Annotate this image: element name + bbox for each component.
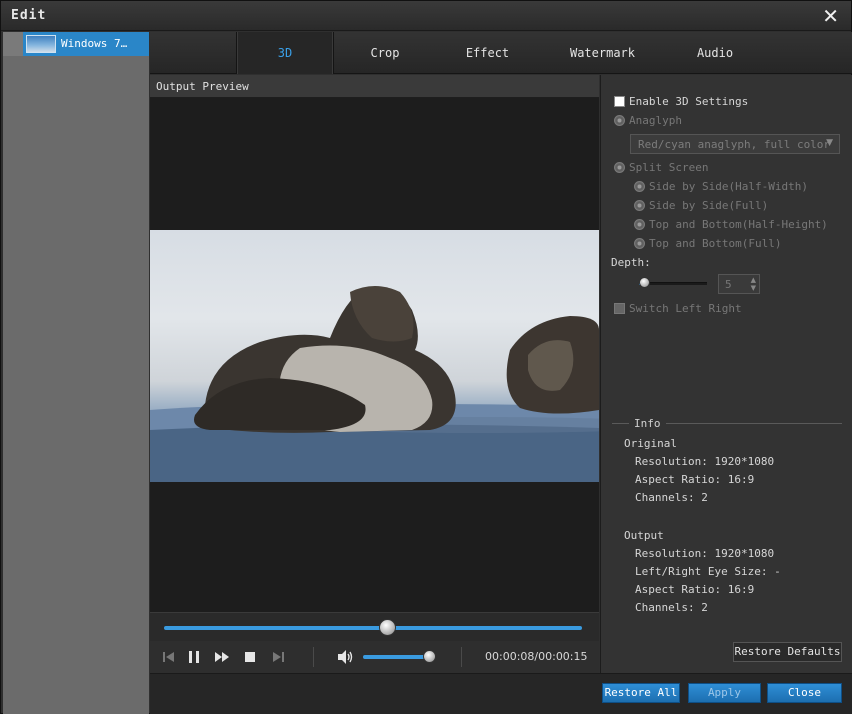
previous-frame-icon[interactable] bbox=[160, 648, 178, 666]
output-resolution: Resolution: 1920*1080 bbox=[635, 547, 775, 560]
fast-forward-icon[interactable] bbox=[213, 648, 231, 666]
tab-watermark[interactable]: Watermark bbox=[550, 32, 655, 74]
chevron-down-icon: ▼ bbox=[826, 138, 833, 148]
3d-settings-panel: Enable 3D Settings Anaglyph Red/cyan ana… bbox=[600, 75, 852, 673]
split-option-label: Side by Side(Full) bbox=[649, 199, 769, 212]
depth-value: 5 bbox=[725, 278, 732, 291]
switch-left-right-checkbox[interactable] bbox=[614, 303, 625, 314]
preview-header: Output Preview bbox=[150, 75, 599, 98]
file-thumbnail bbox=[26, 35, 56, 53]
pause-icon[interactable] bbox=[185, 648, 203, 666]
file-list-item[interactable]: Windows 7… bbox=[3, 32, 149, 56]
edit-window: Edit ✕ Windows 7… 3D Crop Effect Waterma… bbox=[0, 0, 852, 714]
original-aspect-ratio: Aspect Ratio: 16:9 bbox=[635, 473, 755, 486]
original-resolution: Resolution: 1920*1080 bbox=[635, 455, 775, 468]
split-option-label: Top and Bottom(Full) bbox=[649, 237, 782, 250]
switch-left-right-label: Switch Left Right bbox=[629, 302, 742, 315]
depth-label: Depth: bbox=[611, 256, 651, 269]
volume-icon[interactable] bbox=[336, 648, 354, 666]
stop-icon[interactable] bbox=[241, 648, 259, 666]
controls-divider bbox=[461, 647, 462, 667]
split-option-radio[interactable] bbox=[634, 238, 645, 249]
split-option-radio[interactable] bbox=[634, 200, 645, 211]
anaglyph-radio[interactable] bbox=[614, 115, 625, 126]
close-button[interactable]: Close bbox=[767, 683, 842, 703]
split-option-radio[interactable] bbox=[634, 219, 645, 230]
dialog-footer: Restore All Apply Close bbox=[150, 673, 852, 714]
enable-3d-checkbox[interactable] bbox=[614, 96, 625, 107]
video-frame bbox=[150, 230, 599, 482]
window-title: Edit bbox=[11, 8, 47, 23]
volume-slider-handle[interactable] bbox=[423, 650, 436, 663]
playback-controls: 00:00:08/00:00:15 bbox=[150, 641, 599, 673]
video-frame-image bbox=[150, 286, 599, 482]
split-screen-radio[interactable] bbox=[614, 162, 625, 173]
info-title: Info bbox=[629, 417, 666, 430]
output-aspect-ratio: Aspect Ratio: 16:9 bbox=[635, 583, 755, 596]
next-frame-icon[interactable] bbox=[269, 648, 287, 666]
original-channels: Channels: 2 bbox=[635, 491, 708, 504]
controls-divider bbox=[313, 647, 314, 667]
seek-handle[interactable] bbox=[379, 619, 396, 636]
tab-audio[interactable]: Audio bbox=[670, 32, 760, 74]
restore-defaults-button[interactable]: Restore Defaults bbox=[733, 642, 842, 662]
title-bar: Edit ✕ bbox=[1, 1, 851, 31]
output-label: Output bbox=[624, 529, 664, 542]
close-window-icon[interactable]: ✕ bbox=[822, 4, 839, 28]
edit-tabs: 3D Crop Effect Watermark Audio bbox=[150, 32, 852, 74]
depth-spinbox[interactable]: 5 ▲ ▼ bbox=[718, 274, 760, 294]
tab-crop[interactable]: Crop bbox=[340, 32, 430, 74]
video-preview bbox=[150, 98, 599, 612]
output-eye-size: Left/Right Eye Size: - bbox=[635, 565, 781, 578]
output-preview-label: Output Preview bbox=[156, 80, 249, 93]
anaglyph-label: Anaglyph bbox=[629, 114, 682, 127]
tab-3d[interactable]: 3D bbox=[236, 32, 334, 74]
split-option-radio[interactable] bbox=[634, 181, 645, 192]
enable-3d-label: Enable 3D Settings bbox=[629, 95, 749, 108]
spinner-arrows-icon[interactable]: ▲ ▼ bbox=[751, 276, 756, 292]
split-screen-label: Split Screen bbox=[629, 161, 709, 174]
seek-track[interactable] bbox=[164, 626, 582, 630]
file-item-checkbox[interactable] bbox=[3, 32, 23, 56]
original-label: Original bbox=[624, 437, 677, 450]
file-item-name: Windows 7… bbox=[61, 37, 128, 50]
restore-all-button[interactable]: Restore All bbox=[602, 683, 680, 703]
apply-button[interactable]: Apply bbox=[688, 683, 761, 703]
depth-slider-handle[interactable] bbox=[639, 277, 650, 288]
output-channels: Channels: 2 bbox=[635, 601, 708, 614]
split-option-label: Top and Bottom(Half-Height) bbox=[649, 218, 828, 231]
tab-effect[interactable]: Effect bbox=[440, 32, 535, 74]
anaglyph-select[interactable]: Red/cyan anaglyph, full color ▼ bbox=[630, 134, 840, 154]
anaglyph-select-value: Red/cyan anaglyph, full color bbox=[638, 138, 831, 151]
split-option-label: Side by Side(Half-Width) bbox=[649, 180, 808, 193]
file-list: Windows 7… bbox=[3, 32, 149, 714]
seek-bar[interactable] bbox=[150, 612, 599, 641]
playback-time: 00:00:08/00:00:15 bbox=[485, 650, 588, 663]
